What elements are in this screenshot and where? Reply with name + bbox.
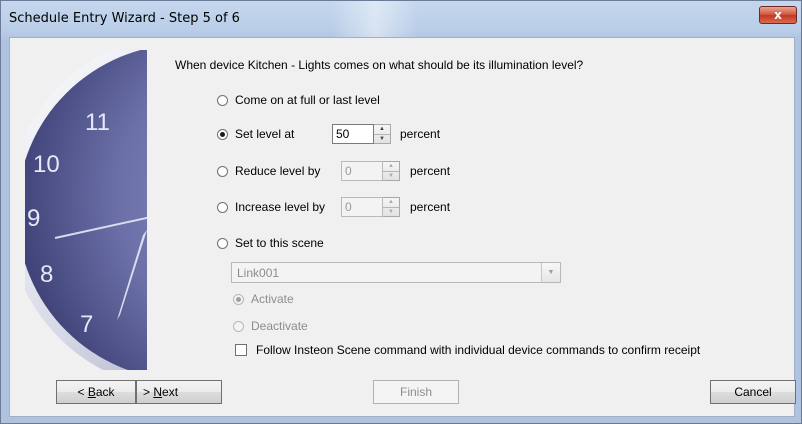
spin-up-icon[interactable]: ▲ bbox=[374, 125, 390, 134]
finish-button[interactable]: Finish bbox=[373, 380, 459, 404]
spin-down-icon[interactable]: ▼ bbox=[374, 133, 390, 144]
title-bar[interactable]: Schedule Entry Wizard - Step 5 of 6 x bbox=[1, 1, 801, 37]
scene-dropdown-button[interactable]: ▼ bbox=[541, 263, 560, 282]
radio-set-scene[interactable] bbox=[217, 237, 228, 249]
increase-level-spin-buttons[interactable]: ▲ ▼ bbox=[383, 197, 400, 217]
clock-numeral: 11 bbox=[85, 109, 110, 136]
back-button-accesskey: B bbox=[87, 385, 96, 399]
spin-up-icon[interactable]: ▲ bbox=[383, 162, 399, 171]
increase-level-stepper[interactable]: 0 ▲ ▼ bbox=[341, 197, 400, 217]
scene-activate-option[interactable]: Activate bbox=[233, 289, 294, 309]
next-button-accesskey: N bbox=[153, 385, 163, 399]
close-button[interactable]: x bbox=[759, 6, 797, 24]
scene-deactivate-label: Deactivate bbox=[251, 319, 308, 333]
next-button-prefix: > bbox=[143, 385, 154, 399]
option-full-level-label: Come on at full or last level bbox=[235, 93, 380, 107]
back-button-prefix: < bbox=[77, 385, 88, 399]
wizard-body: 11 10 9 8 7 When device Kitchen - Lights… bbox=[9, 37, 796, 417]
clock-numeral: 8 bbox=[40, 261, 53, 288]
scene-dropdown[interactable]: Link001 ▼ bbox=[231, 262, 561, 283]
clock-numeral: 9 bbox=[27, 205, 40, 232]
spin-down-icon[interactable]: ▼ bbox=[383, 170, 399, 181]
scene-activate-label: Activate bbox=[251, 292, 294, 306]
window-title: Schedule Entry Wizard - Step 5 of 6 bbox=[9, 11, 240, 26]
reduce-level-unit: percent bbox=[410, 164, 451, 178]
radio-scene-activate[interactable] bbox=[233, 293, 244, 305]
increase-level-unit: percent bbox=[410, 200, 451, 214]
option-set-level[interactable]: Set level at bbox=[217, 124, 294, 144]
back-button[interactable]: < Back bbox=[56, 380, 136, 404]
increase-level-input[interactable]: 0 bbox=[341, 197, 383, 217]
title-bar-highlight bbox=[331, 1, 419, 37]
option-increase-level-label: Increase level by bbox=[235, 200, 326, 214]
set-level-stepper[interactable]: 50 ▲ ▼ bbox=[332, 124, 391, 144]
option-set-level-label: Set level at bbox=[235, 127, 295, 141]
reduce-level-spin-buttons[interactable]: ▲ ▼ bbox=[383, 161, 400, 181]
set-level-spin-buttons[interactable]: ▲ ▼ bbox=[374, 124, 391, 144]
follow-scene-checkbox[interactable] bbox=[235, 344, 247, 356]
radio-full-level[interactable] bbox=[217, 94, 228, 106]
radio-set-level[interactable] bbox=[217, 128, 228, 140]
scene-dropdown-value: Link001 bbox=[237, 266, 280, 280]
follow-scene-label: Follow Insteon Scene command with indivi… bbox=[256, 343, 701, 357]
wizard-window: Schedule Entry Wizard - Step 5 of 6 x 11… bbox=[0, 0, 802, 424]
option-reduce-level[interactable]: Reduce level by bbox=[217, 161, 320, 181]
option-increase-level[interactable]: Increase level by bbox=[217, 197, 325, 217]
option-reduce-level-label: Reduce level by bbox=[235, 164, 321, 178]
question-text: When device Kitchen - Lights comes on wh… bbox=[175, 58, 584, 72]
clock-icon: 11 10 9 8 7 bbox=[25, 50, 147, 370]
chevron-down-icon: ▼ bbox=[547, 269, 555, 276]
cancel-button[interactable]: Cancel bbox=[710, 380, 796, 404]
reduce-level-input[interactable]: 0 bbox=[341, 161, 383, 181]
spin-down-icon[interactable]: ▼ bbox=[383, 206, 399, 217]
set-level-input[interactable]: 50 bbox=[332, 124, 374, 144]
next-button-label: ext bbox=[162, 385, 179, 399]
clock-numeral: 7 bbox=[80, 311, 93, 338]
spin-up-icon[interactable]: ▲ bbox=[383, 198, 399, 207]
radio-scene-deactivate[interactable] bbox=[233, 320, 244, 332]
radio-increase-level[interactable] bbox=[217, 201, 228, 213]
set-level-unit: percent bbox=[400, 127, 441, 141]
reduce-level-stepper[interactable]: 0 ▲ ▼ bbox=[341, 161, 400, 181]
option-set-scene[interactable]: Set to this scene bbox=[217, 233, 324, 253]
back-button-label: ack bbox=[95, 385, 115, 399]
follow-scene-option[interactable]: Follow Insteon Scene command with indivi… bbox=[235, 343, 700, 357]
option-full-level[interactable]: Come on at full or last level bbox=[217, 90, 380, 110]
scene-deactivate-option[interactable]: Deactivate bbox=[233, 316, 308, 336]
close-icon: x bbox=[774, 8, 782, 22]
radio-reduce-level[interactable] bbox=[217, 165, 228, 177]
clock-numeral: 10 bbox=[33, 151, 60, 178]
next-button[interactable]: > Next bbox=[136, 380, 222, 404]
clock-artwork: 11 10 9 8 7 bbox=[25, 50, 147, 370]
option-set-scene-label: Set to this scene bbox=[235, 236, 324, 250]
